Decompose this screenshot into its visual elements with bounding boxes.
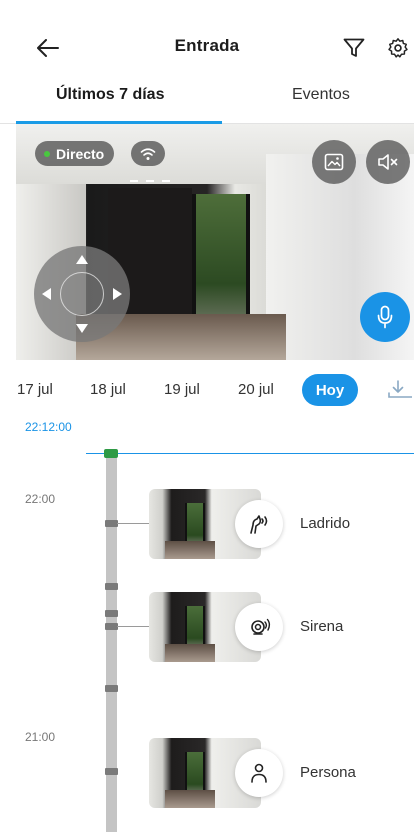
ptz-center[interactable] [60,272,104,316]
settings-button[interactable] [384,34,412,62]
microphone-icon [377,305,393,329]
gear-icon [388,38,408,58]
tab-bar: Últimos 7 días Eventos [0,78,414,124]
date-today-button[interactable]: Hoy [302,374,358,406]
timeline-tick[interactable] [105,768,118,775]
current-time-line [86,453,414,454]
event-item[interactable]: Persona [149,738,414,812]
hour-label: 21:00 [25,730,56,744]
snapshot-button[interactable] [312,140,356,184]
ptz-control-pad[interactable] [34,246,130,342]
event-connector [117,523,149,524]
event-item[interactable]: Ladrido [149,489,414,563]
ptz-down-arrow-icon[interactable] [76,324,88,333]
download-button[interactable] [386,378,413,404]
mute-button[interactable] [366,140,410,184]
image-capture-icon [324,153,344,171]
event-label: Sirena [300,618,344,635]
date-item[interactable]: 18 jul [90,381,126,398]
timeline-tick[interactable] [105,583,118,590]
date-item[interactable]: 20 jul [238,381,274,398]
tab-events[interactable]: Eventos [292,86,350,104]
filter-icon [343,38,365,57]
download-icon [388,380,413,398]
person-icon [251,763,267,783]
filter-button[interactable] [340,34,368,62]
live-indicator-dot [44,150,50,157]
talk-button[interactable] [360,292,410,342]
ptz-up-arrow-icon[interactable] [76,255,88,264]
event-type-badge [235,603,283,651]
date-item[interactable]: 19 jul [164,381,200,398]
dog-bark-icon [250,515,268,534]
ptz-right-arrow-icon[interactable] [113,288,122,300]
date-item[interactable]: 17 jul [17,381,53,398]
ptz-left-arrow-icon[interactable] [42,288,51,300]
speaker-muted-icon [378,154,398,170]
event-item[interactable]: Sirena [149,592,414,666]
event-label: Persona [300,764,356,781]
live-video[interactable]: Directo [16,124,414,360]
timeline-track[interactable] [106,458,117,832]
current-time-marker[interactable] [104,449,118,458]
date-selector: 17 jul 18 jul 19 jul 20 jul Hoy [0,374,414,408]
event-connector [117,626,149,627]
timeline-tick[interactable] [105,610,118,617]
signal-badge [131,141,165,166]
live-badge: Directo [35,141,115,166]
wifi-icon [140,147,156,160]
event-timeline[interactable]: 22:12:00 22:00 21:00 Ladrido Sirena Pers… [0,420,414,832]
event-type-badge [235,500,283,548]
siren-icon [251,618,271,635]
current-time-label: 22:12:00 [25,420,72,434]
event-type-badge [235,749,283,797]
event-label: Ladrido [300,515,351,532]
live-label: Directo [56,145,105,162]
hour-label: 22:00 [25,492,56,506]
tab-last-7-days[interactable]: Últimos 7 días [56,86,164,104]
timeline-tick[interactable] [105,685,118,692]
